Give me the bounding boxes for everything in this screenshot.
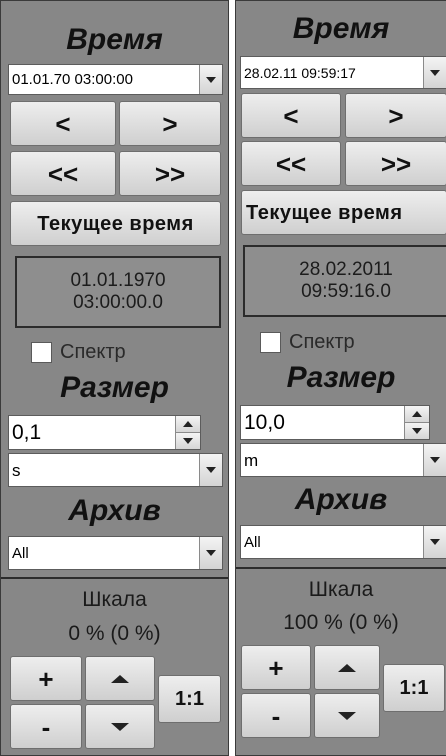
plus-icon: + (268, 652, 284, 683)
unit-select[interactable]: m (240, 443, 446, 477)
archive-select[interactable]: All (240, 525, 446, 559)
step-forward-label: > (162, 108, 178, 139)
step-forward-button[interactable]: > (345, 93, 446, 138)
ratio-label: 1:1 (175, 688, 204, 710)
increment-icon[interactable] (176, 416, 200, 432)
time-select-value: 28.02.11 09:59:17 (244, 64, 356, 81)
decrement-icon[interactable] (176, 432, 200, 449)
arrow-up-icon (338, 663, 356, 672)
current-time-button[interactable]: Текущее время (10, 201, 221, 246)
increment-icon[interactable] (405, 406, 429, 422)
archive-select[interactable]: All (8, 536, 223, 570)
scale-value: 0 % (0 %) (68, 622, 161, 645)
fast-forward-button[interactable]: >> (345, 141, 446, 186)
unit-select-value: m (244, 450, 259, 470)
display-date: 01.01.1970 (70, 270, 166, 291)
fast-back-label: << (47, 158, 79, 189)
size-value: 10,0 (244, 410, 285, 434)
current-time-label: Текущее время (246, 201, 403, 224)
spectrum-checkbox[interactable] (260, 332, 281, 353)
decrement-icon[interactable] (405, 422, 429, 439)
fast-back-label: << (275, 148, 307, 179)
ratio-label: 1:1 (399, 677, 429, 699)
scale-title: Шкала (308, 578, 374, 601)
chevron-down-icon[interactable] (199, 537, 222, 569)
scale-value: 100 % (0 %) (283, 611, 399, 634)
fast-forward-label: >> (154, 158, 186, 189)
zoom-in-button[interactable]: + (10, 656, 82, 701)
scroll-down-button[interactable] (314, 693, 380, 738)
spectrum-label: Спектр (289, 331, 355, 353)
arrow-down-icon (111, 722, 129, 731)
step-back-label: < (283, 100, 299, 131)
scroll-up-button[interactable] (314, 645, 380, 690)
zoom-out-button[interactable]: - (241, 693, 311, 738)
arrow-down-icon (338, 711, 356, 720)
spectrum-checkbox-row[interactable]: Спектр (260, 331, 355, 354)
spectrum-checkbox[interactable] (31, 342, 52, 363)
plus-icon: + (38, 663, 54, 694)
scale-title: Шкала (82, 588, 147, 611)
step-forward-button[interactable]: > (119, 101, 221, 146)
current-time-label: Текущее время (37, 212, 194, 235)
chevron-down-icon[interactable] (423, 526, 446, 558)
chevron-down-icon[interactable] (199, 65, 222, 94)
fast-forward-button[interactable]: >> (119, 151, 221, 196)
unit-select-value: s (12, 460, 21, 480)
zoom-out-button[interactable]: - (10, 704, 82, 749)
display-time: 03:00:00.0 (73, 292, 163, 313)
time-section-title: Время (66, 23, 163, 56)
step-forward-label: > (388, 100, 404, 131)
reset-scale-button[interactable]: 1:1 (383, 664, 445, 712)
time-display: 28.02.2011 09:59:16.0 (243, 245, 446, 317)
time-control-panel-left: Время 01.01.70 03:00:00 < > << >> Текуще… (0, 0, 229, 756)
archive-select-value: All (12, 544, 29, 562)
scroll-up-button[interactable] (85, 656, 155, 701)
time-control-panel-right: Время 28.02.11 09:59:17 < > << >> Текуще… (235, 0, 446, 756)
spectrum-checkbox-row[interactable]: Спектр (31, 341, 126, 364)
time-section-title: Время (292, 12, 390, 45)
time-select[interactable]: 28.02.11 09:59:17 (240, 56, 446, 89)
display-date: 28.02.2011 (299, 259, 393, 280)
current-time-button[interactable]: Текущее время (241, 190, 446, 235)
chevron-down-icon[interactable] (199, 454, 222, 486)
minus-icon: - (41, 711, 51, 742)
step-back-button[interactable]: < (10, 101, 116, 146)
archive-section-title: Архив (294, 483, 388, 516)
time-display: 01.01.1970 03:00:00.0 (15, 256, 221, 328)
display-time: 09:59:16.0 (301, 281, 391, 302)
chevron-down-icon[interactable] (423, 444, 446, 476)
chevron-down-icon[interactable] (423, 57, 446, 88)
step-back-button[interactable]: < (241, 93, 341, 138)
section-divider (236, 567, 446, 569)
arrow-up-icon (111, 674, 129, 683)
size-spinbox[interactable]: 10,0 (240, 405, 430, 440)
fast-back-button[interactable]: << (241, 141, 341, 186)
step-back-label: < (55, 108, 71, 139)
zoom-in-button[interactable]: + (241, 645, 311, 690)
archive-section-title: Архив (68, 494, 161, 527)
size-section-title: Размер (60, 371, 169, 404)
scroll-down-button[interactable] (85, 704, 155, 749)
size-section-title: Размер (286, 361, 396, 394)
time-select-value: 01.01.70 03:00:00 (12, 71, 133, 88)
minus-icon: - (271, 700, 281, 731)
time-select[interactable]: 01.01.70 03:00:00 (8, 64, 223, 95)
size-spinbox[interactable]: 0,1 (8, 415, 201, 450)
size-value: 0,1 (12, 420, 42, 444)
section-divider (1, 577, 228, 579)
archive-select-value: All (244, 533, 261, 551)
spectrum-label: Спектр (60, 341, 126, 363)
reset-scale-button[interactable]: 1:1 (158, 675, 221, 723)
unit-select[interactable]: s (8, 453, 223, 487)
fast-back-button[interactable]: << (10, 151, 116, 196)
fast-forward-label: >> (380, 148, 412, 179)
